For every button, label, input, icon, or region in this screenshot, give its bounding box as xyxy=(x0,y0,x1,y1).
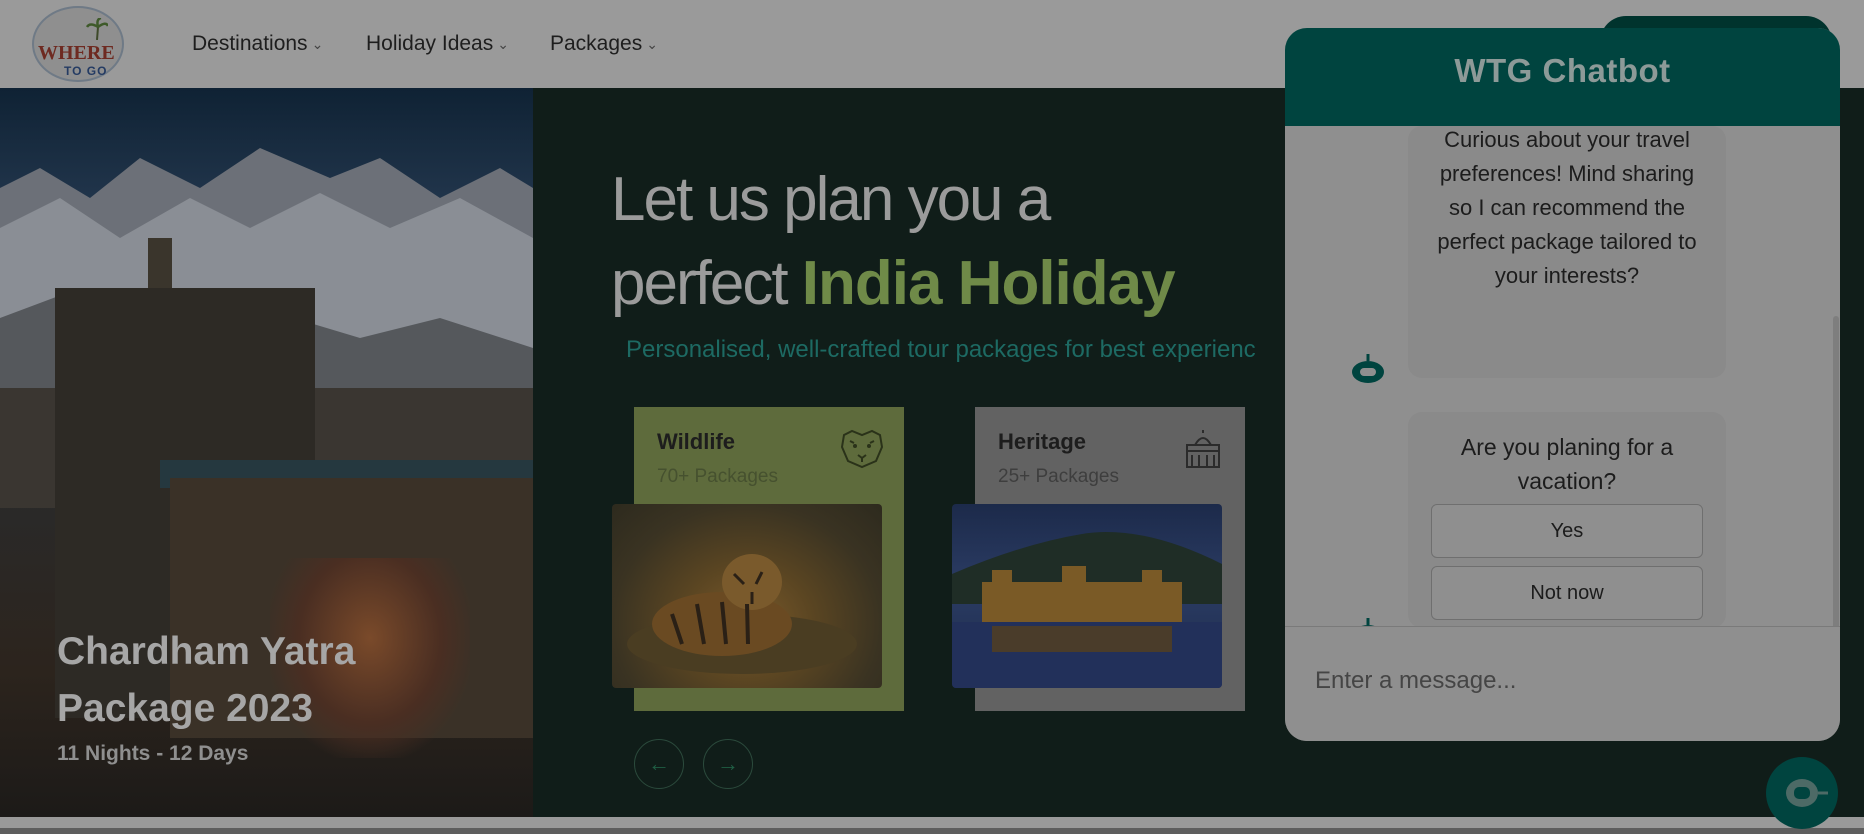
headline-line-1: Let us plan you a xyxy=(611,165,1051,234)
message-input-placeholder: Enter a message... xyxy=(1315,667,1517,694)
carousel-prev-button[interactable]: ← xyxy=(634,739,684,789)
hero-package-title[interactable]: Chardham Yatra Package 2023 xyxy=(57,623,477,737)
nav-holiday-ideas-label: Holiday Ideas xyxy=(366,32,494,55)
chatbot-toggle-button[interactable] xyxy=(1766,757,1838,829)
site-logo[interactable]: WHERE TO GO xyxy=(32,6,124,82)
bot-message-text: Curious about your travel preferences! M… xyxy=(1437,127,1697,288)
hero-package-duration: 11 Nights - 12 Days xyxy=(57,742,249,765)
bot-message: Curious about your travel preferences! M… xyxy=(1408,126,1726,378)
nav-destinations-label: Destinations xyxy=(192,32,308,55)
nav-packages-label: Packages xyxy=(550,32,643,55)
nav-holiday-ideas[interactable]: Holiday Ideas ⌄ xyxy=(366,30,509,58)
option-not-now-button[interactable]: Not now xyxy=(1431,566,1703,620)
bot-question-text: Are you planing for a vacation? xyxy=(1460,434,1674,494)
tiger-photo xyxy=(612,504,882,688)
card-title: Wildlife xyxy=(657,429,736,454)
bot-avatar-icon xyxy=(1352,354,1384,383)
bot-message: Are you planing for a vacation? Yes Not … xyxy=(1408,412,1726,626)
bot-icon xyxy=(1786,779,1828,807)
category-card-heritage[interactable]: Heritage 25+ Packages xyxy=(952,407,1245,711)
chat-scrollbar[interactable] xyxy=(1833,316,1839,626)
card-title: Heritage xyxy=(998,429,1087,454)
category-card-wildlife[interactable]: Wildlife 70+ Packages xyxy=(612,407,904,711)
page-headline: Let us plan you a perfect India Holiday xyxy=(611,158,1176,326)
nav-packages[interactable]: Packages ⌄ xyxy=(550,30,658,58)
logo-text-top: WHERE xyxy=(38,42,115,64)
chevron-down-icon: ⌄ xyxy=(311,35,324,52)
headline-line-2: perfect India Holiday xyxy=(611,242,1176,326)
headline-accent: India Holiday xyxy=(801,249,1176,318)
chevron-down-icon: ⌄ xyxy=(497,35,509,52)
option-yes-button[interactable]: Yes xyxy=(1431,504,1703,558)
tagline: Personalised, well-crafted tour packages… xyxy=(626,336,1256,363)
logo-text-bottom: TO GO xyxy=(64,64,108,78)
bot-avatar-icon xyxy=(1361,618,1375,626)
carousel-next-button[interactable]: → xyxy=(703,739,753,789)
chatbot-window: WTG Chatbot Curious about your travel pr… xyxy=(1285,28,1840,741)
card-count: 70+ Packages xyxy=(657,466,778,487)
palm-tree-icon xyxy=(86,18,108,40)
monument-icon xyxy=(1186,430,1220,468)
tiger-icon xyxy=(840,429,884,469)
chatbot-header: WTG Chatbot xyxy=(1285,28,1840,126)
message-input[interactable]: Enter a message... xyxy=(1285,626,1840,741)
nav-destinations[interactable]: Destinations ⌄ xyxy=(192,30,323,58)
card-count: 25+ Packages xyxy=(998,466,1119,487)
palace-photo xyxy=(952,504,1222,688)
chatbot-messages[interactable]: Curious about your travel preferences! M… xyxy=(1285,126,1840,626)
footer-strip xyxy=(0,817,1864,828)
arrow-left-icon: ← xyxy=(648,751,670,776)
chatbot-title: WTG Chatbot xyxy=(1454,52,1671,89)
chevron-down-icon: ⌄ xyxy=(646,35,658,52)
headline-prefix: perfect xyxy=(611,249,802,318)
arrow-right-icon: → xyxy=(717,751,739,776)
